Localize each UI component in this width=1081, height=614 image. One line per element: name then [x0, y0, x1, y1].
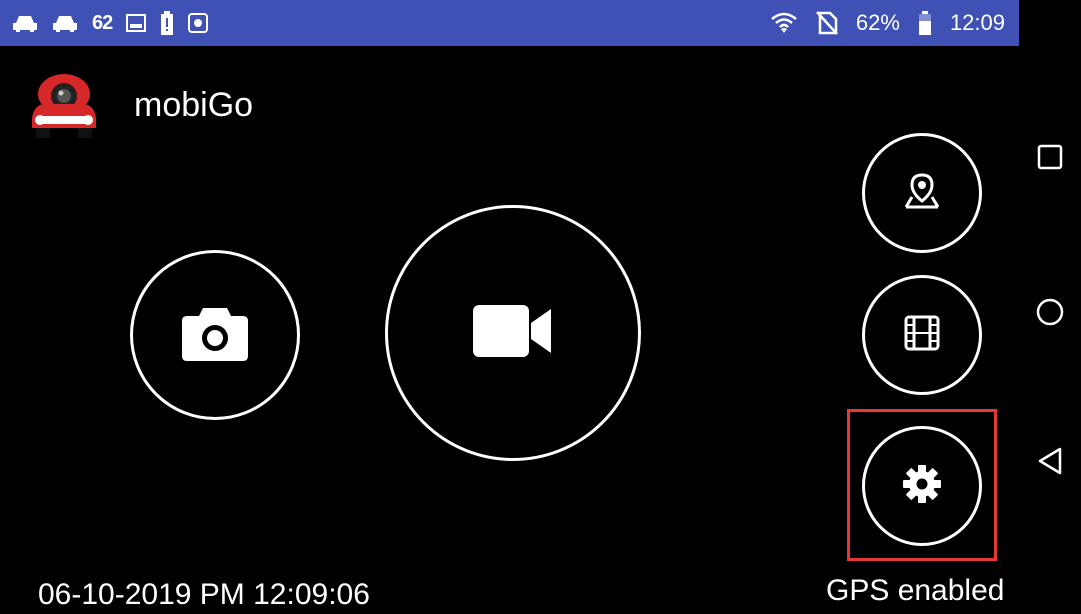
settings-button[interactable] [862, 426, 982, 546]
battery-icon [918, 11, 932, 35]
datetime-label: 06-10-2019 PM 12:09:06 [38, 578, 370, 611]
video-camera-icon [473, 304, 553, 362]
status-bar: 62 62% 12:09 [0, 0, 1019, 46]
app-logo [26, 72, 102, 142]
status-time: 12:09 [949, 10, 1005, 35]
car-icon [52, 13, 78, 33]
map-pin-icon [902, 171, 942, 216]
car-icon [12, 13, 38, 33]
recents-square-icon [1037, 144, 1063, 175]
camera-icon [181, 304, 249, 367]
record-button[interactable] [385, 205, 641, 461]
wifi-icon [770, 12, 798, 34]
home-circle-icon [1035, 297, 1065, 332]
no-sim-icon [815, 11, 838, 35]
film-icon [904, 315, 940, 356]
gallery-button[interactable] [862, 275, 982, 395]
back-button[interactable] [1035, 446, 1065, 481]
status-bar-left: 62 [0, 11, 209, 35]
image-icon [126, 14, 147, 32]
status-bar-right: 62% 12:09 [770, 10, 1019, 36]
home-button[interactable] [1035, 297, 1065, 332]
back-triangle-icon [1036, 446, 1064, 481]
notification-62-icon: 62 [92, 11, 113, 34]
map-button[interactable] [862, 133, 982, 253]
recents-button[interactable] [1035, 144, 1065, 174]
gps-status-label: GPS enabled [826, 574, 1005, 607]
app-title: mobiGo [134, 86, 254, 124]
battery-alert-icon [160, 11, 174, 35]
app-notification-icon [188, 13, 209, 33]
navigation-bar [1019, 0, 1081, 614]
battery-percent: 62% [855, 10, 900, 35]
photo-button[interactable] [130, 250, 300, 420]
gear-icon [902, 464, 942, 509]
